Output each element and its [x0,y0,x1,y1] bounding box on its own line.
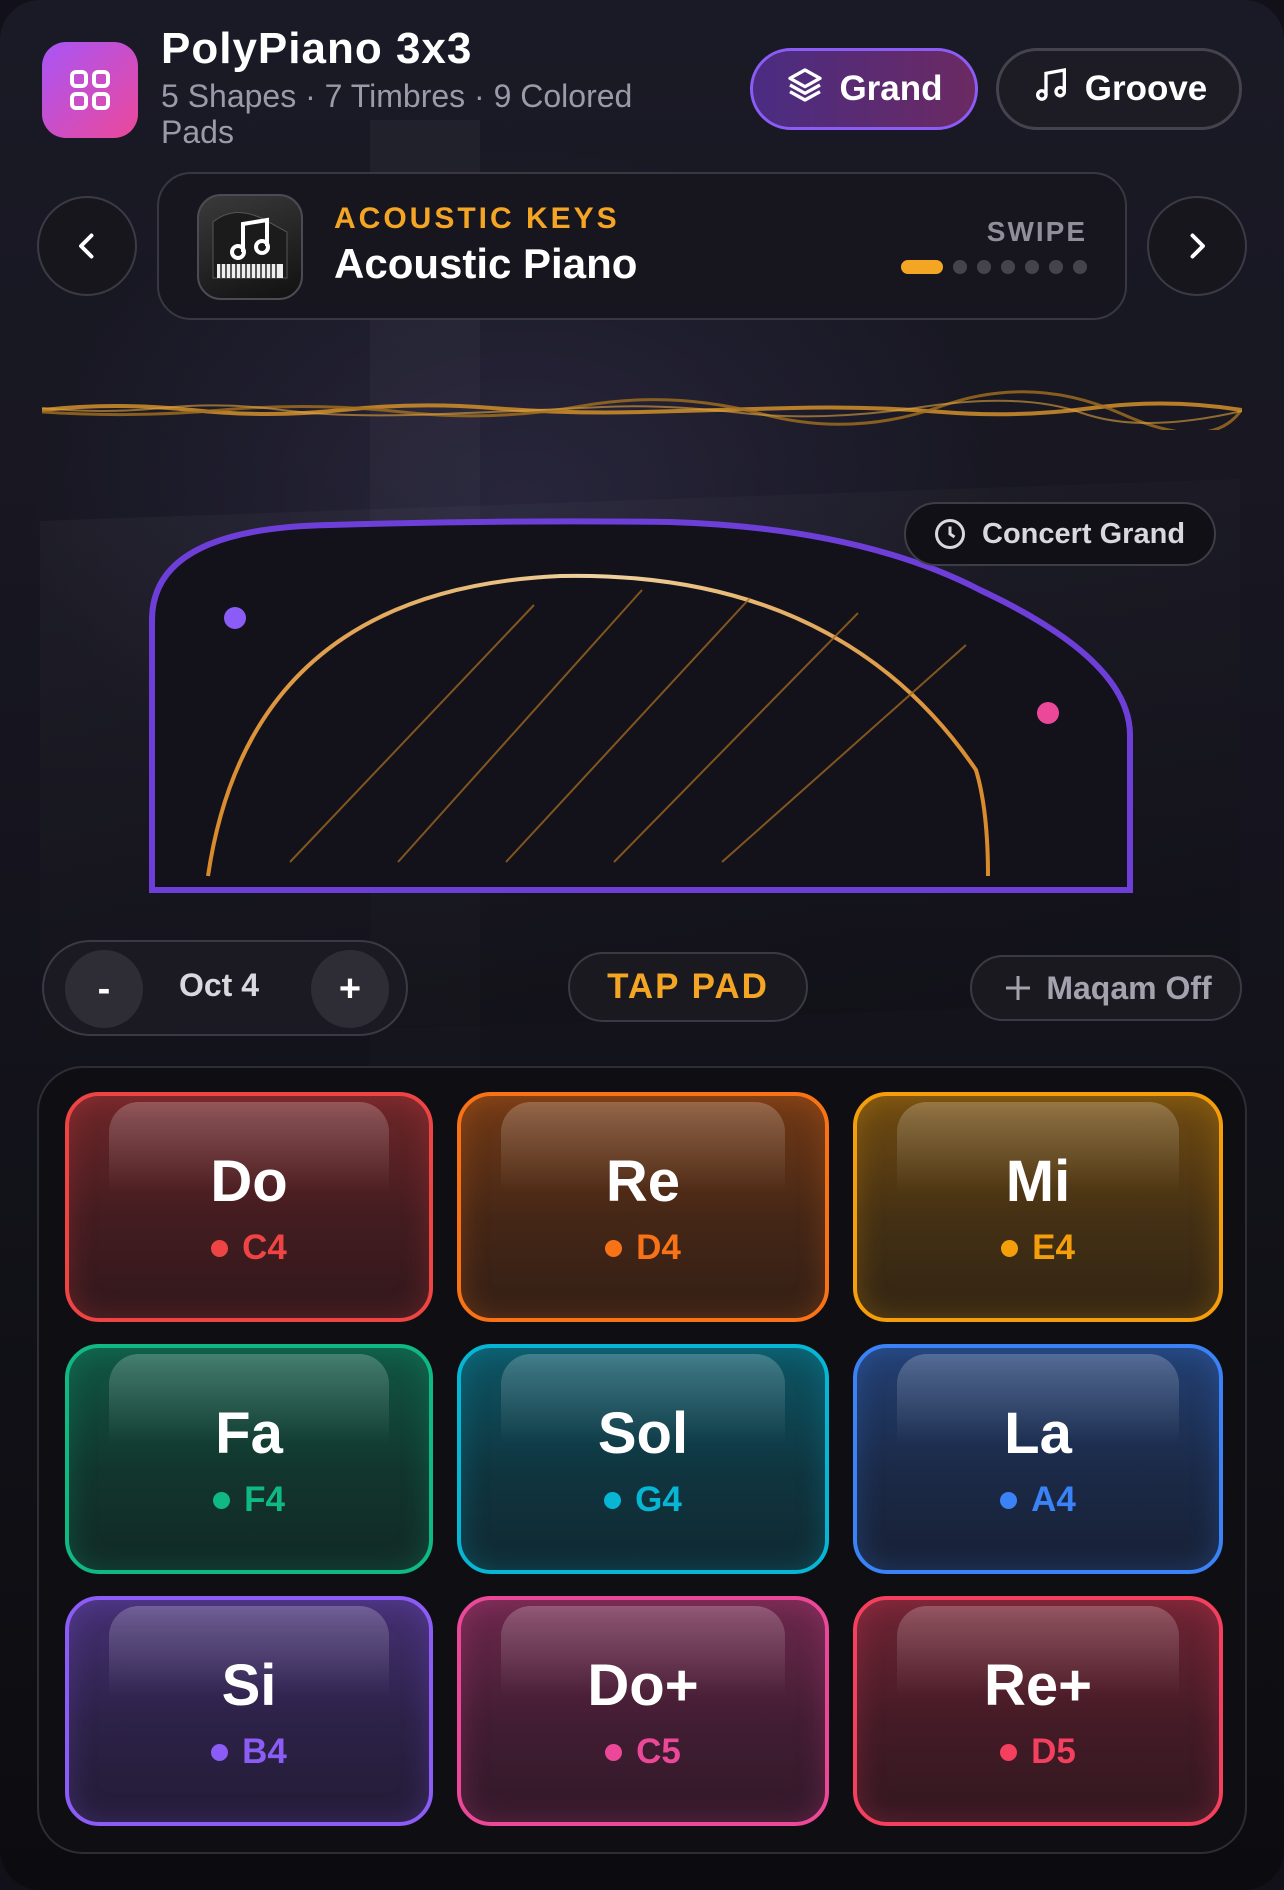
page-dot[interactable] [1025,260,1039,274]
pad-g4[interactable]: Sol G4 [457,1344,829,1574]
page-dot[interactable] [901,260,943,274]
page-dot[interactable] [1073,260,1087,274]
mode-groove-label: Groove [1084,69,1208,108]
pad-note-label: D5 [1031,1732,1076,1771]
pad-d4[interactable]: Re D4 [457,1092,829,1322]
pad-c5[interactable]: Do+ C5 [457,1596,829,1826]
shape-marker-pink [1037,702,1059,724]
pad-note-label: G4 [635,1480,682,1519]
pad-note-label: E4 [1032,1228,1075,1267]
maqam-label: Maqam Off [1046,969,1212,1006]
pad-solfege-label: La [1004,1401,1072,1466]
pad-note: B4 [69,1732,429,1772]
pad-note-label: F4 [244,1480,285,1519]
pad-color-dot [211,1743,229,1761]
pad-solfege-label: Re+ [983,1653,1092,1718]
pad-d5[interactable]: Re+ D5 [853,1596,1223,1826]
pad-note: F4 [69,1480,429,1520]
grand-piano-shape [149,518,1133,893]
pad-note-label: C4 [242,1228,287,1267]
pad-solfege-label: Fa [215,1401,283,1466]
pad-note: E4 [857,1228,1219,1268]
pad-color-dot [605,1743,623,1761]
pad-c4[interactable]: Do C4 [65,1092,433,1322]
pad-color-dot [1000,1743,1018,1761]
pad-note: A4 [857,1480,1219,1520]
pad-note: D4 [461,1228,825,1268]
piano-thumbnail-icon [197,194,303,300]
instrument-name: Acoustic Piano [334,240,638,287]
pad-note: D5 [857,1732,1219,1772]
pad-color-dot [1000,1491,1018,1509]
pad-grid: Do C4 Re D4 Mi E4 Fa F4 Sol G4 La A4 Si B4 Do+ C5 Re+ D5 [65,1092,1223,1826]
pad-a4[interactable]: La A4 [853,1344,1223,1574]
plus-icon [1006,976,1031,1000]
waveform-visualizer [42,390,1242,430]
app-title: PolyPiano 3x3 [161,24,473,73]
layers-icon [785,65,825,114]
mode-grand-button[interactable]: Grand [750,48,978,130]
chevron-right-icon [1190,233,1205,259]
pad-f4[interactable]: Fa F4 [65,1344,433,1574]
pad-color-dot [605,1239,623,1257]
octave-label: Oct 4 [178,967,260,1003]
pad-b4[interactable]: Si B4 [65,1596,433,1826]
pad-solfege-label: Si [221,1653,277,1718]
pad-color-dot [213,1491,231,1509]
swipe-hint: SWIPE [986,216,1087,247]
chevron-left-icon [79,233,94,259]
preset-label: Concert Grand [982,517,1186,550]
page-dot[interactable] [977,260,991,274]
app-subtitle: 5 Shapes · 7 Timbres · 9 Colored Pads [161,78,633,150]
pad-solfege-label: Do+ [587,1653,699,1718]
music-note-icon [1031,65,1071,114]
pad-color-dot [604,1491,622,1509]
page-dot[interactable] [1049,260,1063,274]
page-dot[interactable] [953,260,967,274]
app-logo-icon[interactable] [42,42,138,138]
pad-note: C4 [69,1228,429,1268]
pad-panel: Do C4 Re D4 Mi E4 Fa F4 Sol G4 La A4 Si B4 Do+ C5 Re+ D5 [37,1066,1247,1854]
pad-solfege-label: Do [210,1149,288,1214]
pad-note-label: B4 [242,1732,287,1771]
pad-solfege-label: Re [605,1149,681,1214]
previous-instrument-button[interactable] [37,196,137,296]
instrument-category: ACOUSTIC KEYS [334,202,620,235]
instrument-card[interactable]: ACOUSTIC KEYS Acoustic Piano SWIPE [157,172,1127,320]
shape-marker-purple [224,607,246,629]
mode-groove-button[interactable]: Groove [996,48,1242,130]
pad-solfege-label: Sol [597,1401,689,1466]
maqam-toggle-button[interactable]: Maqam Off [970,955,1242,1021]
next-instrument-button[interactable] [1147,196,1247,296]
pad-e4[interactable]: Mi E4 [853,1092,1223,1322]
pad-note-label: A4 [1031,1480,1076,1519]
preset-chip[interactable]: Concert Grand [904,502,1216,566]
pad-note: G4 [461,1480,825,1520]
octave-up-button[interactable]: + [311,950,389,1028]
pad-color-dot [211,1239,229,1257]
page-dot[interactable] [1001,260,1015,274]
pad-solfege-label: Mi [1005,1149,1071,1214]
page-indicator[interactable] [901,260,1087,274]
octave-control: - Oct 4 + [42,940,408,1036]
pad-note-label: D4 [636,1228,681,1267]
app-screen: PolyPiano 3x3 5 Shapes · 7 Timbres · 9 C… [0,0,1284,1890]
pad-note: C5 [461,1732,825,1772]
tap-pad-button[interactable]: TAP PAD [568,952,808,1022]
octave-down-button[interactable]: - [65,950,143,1028]
clock-icon [935,519,965,549]
mode-grand-label: Grand [839,69,943,108]
pad-color-dot [1001,1239,1019,1257]
pad-note-label: C5 [636,1732,681,1771]
